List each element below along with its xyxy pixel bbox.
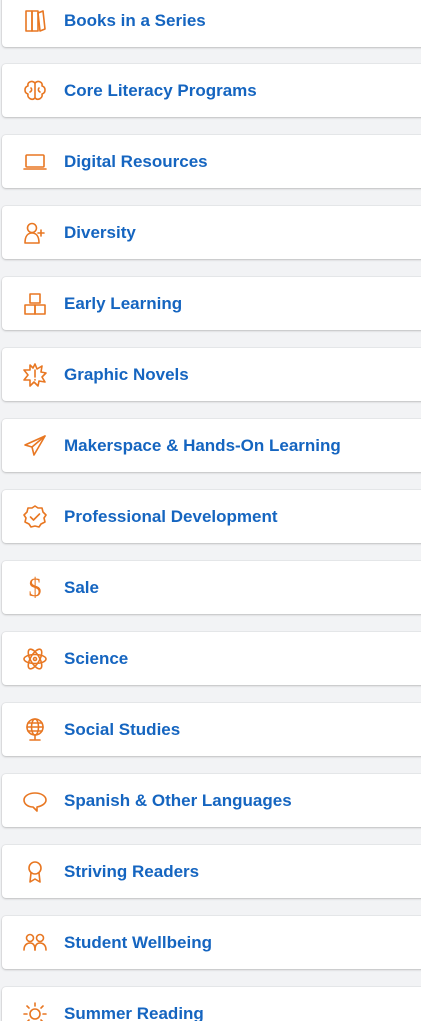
category-item-professional-development[interactable]: Professional Development: [2, 490, 421, 543]
category-label: Spanish & Other Languages: [64, 790, 292, 810]
badge-check-icon: [22, 504, 48, 530]
category-item-science[interactable]: Science: [2, 632, 421, 685]
sun-icon: [22, 1001, 48, 1021]
category-label: Digital Resources: [64, 151, 208, 171]
dollar-icon: $: [28, 572, 42, 602]
category-label: Graphic Novels: [64, 364, 189, 384]
paper-plane-icon: [22, 433, 48, 459]
category-label: Core Literacy Programs: [64, 80, 257, 100]
person-add-icon: [22, 220, 48, 246]
category-label: Social Studies: [64, 719, 181, 739]
blocks-icon: [22, 291, 48, 317]
category-item-social-studies[interactable]: Social Studies: [2, 703, 421, 756]
category-item-summer-reading[interactable]: Summer Reading: [2, 987, 421, 1021]
brain-icon: [22, 78, 48, 104]
category-item-student-wellbeing[interactable]: Student Wellbeing: [2, 916, 421, 969]
exclamation-burst-icon: [22, 362, 48, 388]
category-item-striving-readers[interactable]: Striving Readers: [2, 845, 421, 898]
category-label: Science: [64, 648, 129, 668]
atom-icon: [22, 646, 48, 672]
category-label: Early Learning: [64, 293, 183, 313]
category-item-core-literacy-programs[interactable]: Core Literacy Programs: [2, 64, 421, 117]
laptop-icon: [22, 149, 48, 175]
category-item-diversity[interactable]: Diversity: [2, 206, 421, 259]
books-icon: [22, 8, 48, 34]
category-label: Books in a Series: [64, 10, 206, 30]
category-label: Striving Readers: [64, 861, 200, 881]
ribbon-icon: [22, 859, 48, 885]
category-label: Sale: [64, 577, 99, 597]
category-label: Makerspace & Hands-On Learning: [64, 435, 341, 455]
category-item-early-learning[interactable]: Early Learning: [2, 277, 421, 330]
category-item-digital-resources[interactable]: Digital Resources: [2, 135, 421, 188]
speech-bubble-icon: [22, 788, 48, 814]
category-item-sale[interactable]: $ Sale: [2, 561, 421, 614]
people-icon: [22, 930, 48, 956]
category-label: Student Wellbeing: [64, 932, 212, 952]
category-item-makerspace[interactable]: Makerspace & Hands-On Learning: [2, 419, 421, 472]
globe-icon: [22, 717, 48, 743]
category-label: Professional Development: [64, 506, 278, 526]
category-item-spanish-other-languages[interactable]: Spanish & Other Languages: [2, 774, 421, 827]
category-list: Books in a Series Core Literacy Programs…: [0, 0, 421, 1021]
category-item-books-in-a-series[interactable]: Books in a Series: [2, 0, 421, 47]
category-label: Summer Reading: [64, 1003, 204, 1021]
category-label: Diversity: [64, 222, 136, 242]
category-item-graphic-novels[interactable]: Graphic Novels: [2, 348, 421, 401]
